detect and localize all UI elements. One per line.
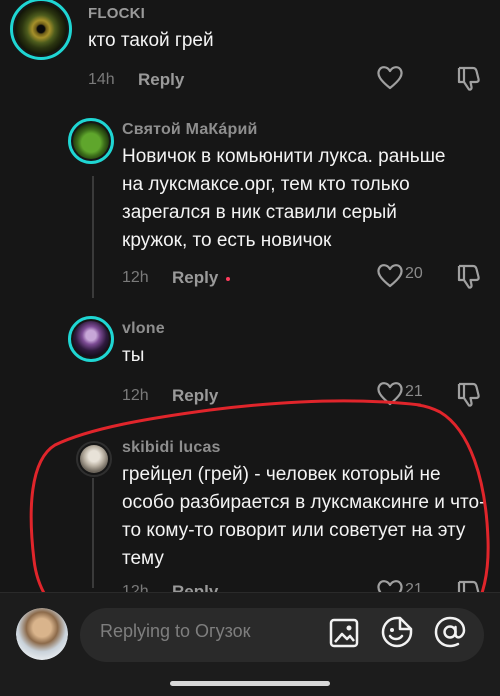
comment-time: 14h: [88, 71, 115, 88]
comment-text: кто такой грей: [88, 30, 214, 51]
comment-username[interactable]: vlone: [122, 320, 165, 338]
thumbs-down-icon[interactable]: [455, 262, 483, 290]
at-icon[interactable]: [433, 615, 467, 649]
unread-dot: [226, 277, 230, 281]
comment-text: ты: [122, 345, 145, 366]
comment-input-placeholder: Replying to Огузок: [100, 621, 251, 641]
image-icon[interactable]: [328, 617, 360, 649]
comments-screen: FLOCKI кто такой грей 14h Reply Святой М…: [0, 0, 500, 696]
reply-button[interactable]: Reply: [138, 70, 184, 90]
comment-time: 12h: [122, 269, 149, 286]
avatar-vlone[interactable]: [68, 316, 114, 362]
comment-username[interactable]: skibidi lucas: [122, 439, 221, 457]
comment-text: грейцел (грей) - человек который не особ…: [122, 464, 486, 569]
comment-username[interactable]: FLOCKI: [88, 5, 145, 22]
comment-time: 12h: [122, 387, 149, 404]
heart-outline-icon[interactable]: [376, 380, 404, 406]
thread-line: [92, 176, 94, 298]
thread-line: [92, 478, 94, 588]
heart-outline-icon[interactable]: [376, 64, 404, 90]
like-count: 20: [405, 265, 423, 282]
comment-username[interactable]: Святой МаКáрий: [122, 121, 258, 139]
thumbs-down-icon[interactable]: [455, 380, 483, 408]
avatar-makariy[interactable]: [68, 118, 114, 164]
avatar-skibidi-lucas[interactable]: [76, 441, 112, 477]
emoji-icon[interactable]: [380, 615, 414, 649]
avatar-flocki[interactable]: [10, 0, 72, 60]
avatar-current-user: [16, 608, 68, 660]
like-count: 21: [405, 383, 423, 400]
reply-button[interactable]: Reply: [172, 386, 218, 406]
reply-button[interactable]: Reply: [172, 268, 218, 288]
comment-text: Новичок в комьюнити лукса. раньше на лук…: [122, 146, 446, 251]
thumbs-down-icon[interactable]: [455, 64, 483, 92]
home-indicator: [170, 681, 330, 686]
heart-outline-icon[interactable]: [376, 262, 404, 288]
